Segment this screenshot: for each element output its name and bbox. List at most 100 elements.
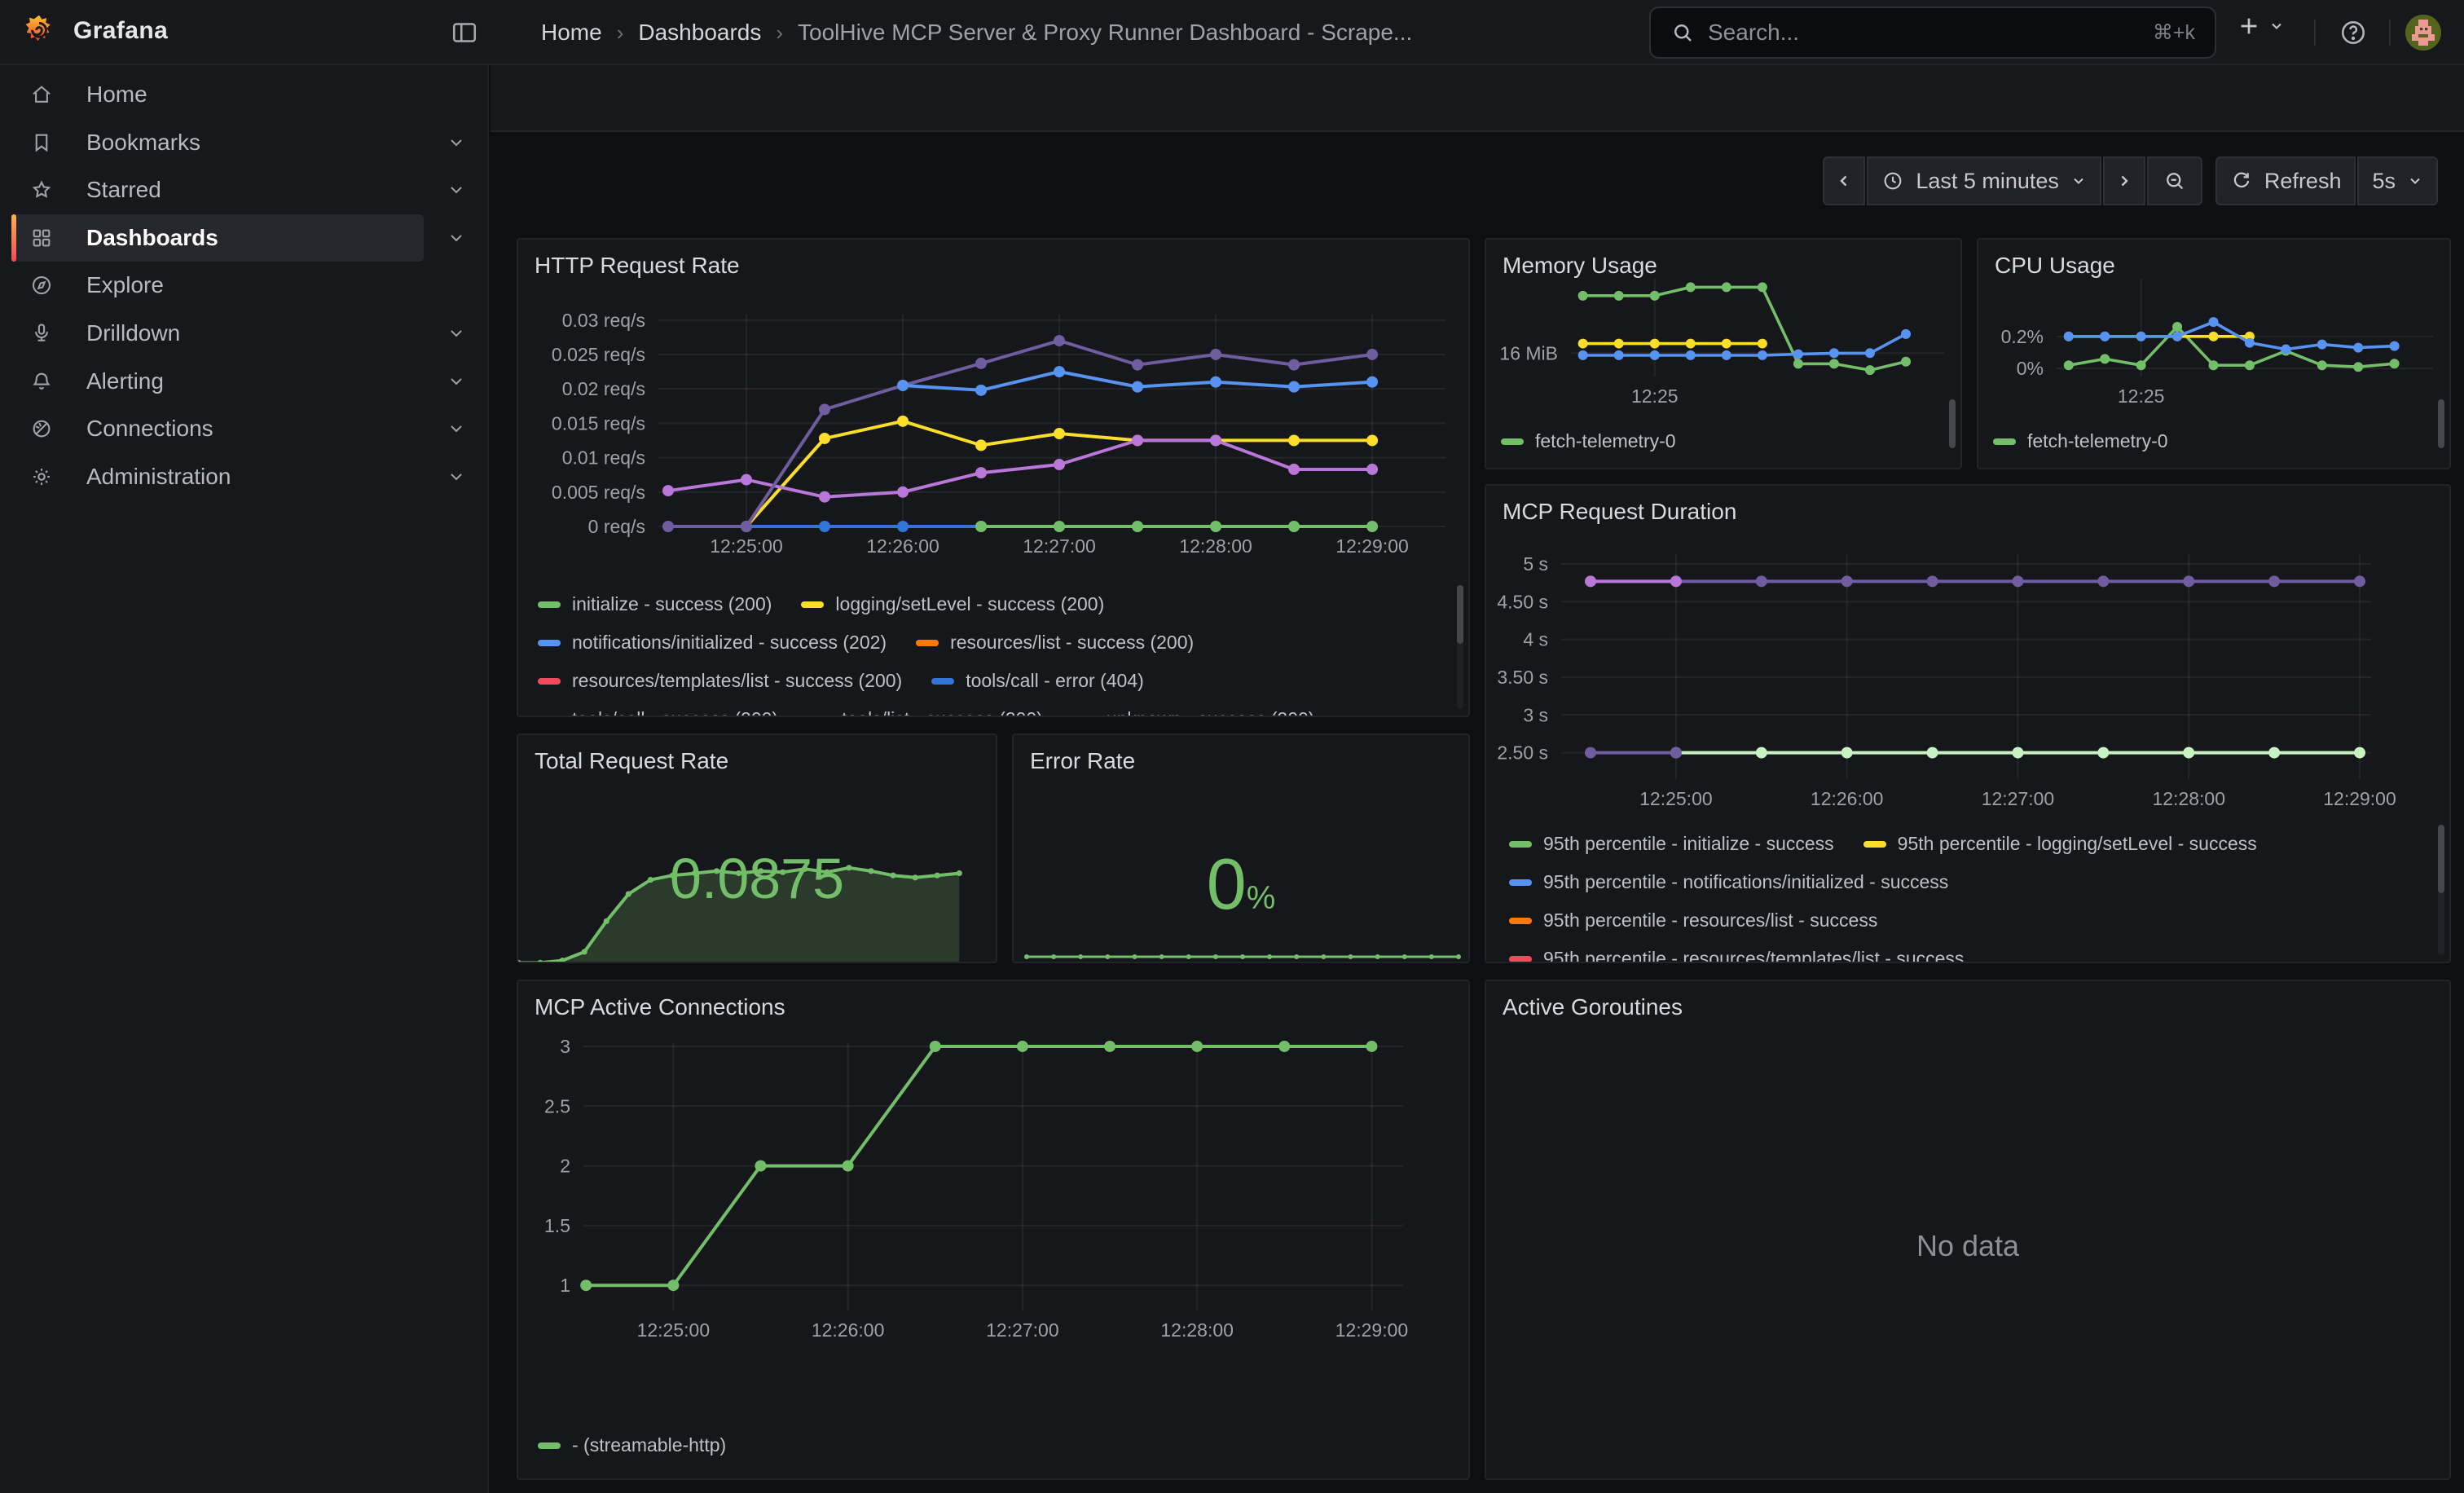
home-icon xyxy=(29,82,54,107)
header-divider xyxy=(2389,20,2391,46)
legend-swatch xyxy=(801,601,824,608)
zoom-out-icon xyxy=(2163,169,2187,193)
legend-item[interactable]: fetch-telemetry-0 xyxy=(1501,430,1676,452)
grafana-logo[interactable]: Grafana xyxy=(21,13,168,49)
sidebar-item-connections[interactable]: Connections xyxy=(11,405,424,452)
panel-title[interactable]: MCP Active Connections xyxy=(535,994,785,1020)
legend-label: unknown - success (200) xyxy=(1107,708,1315,717)
legend-swatch xyxy=(538,716,561,718)
svg-text:12:27:00: 12:27:00 xyxy=(1982,788,2055,809)
panel-title[interactable]: Total Request Rate xyxy=(535,748,728,774)
bookmark-icon xyxy=(29,130,54,155)
legend-item[interactable]: - (streamable-http) xyxy=(538,1434,726,1456)
legend-item[interactable]: tools/call - error (404) xyxy=(931,670,1144,692)
legend-item[interactable]: tools/list - success (200) xyxy=(807,708,1043,717)
time-range-picker[interactable]: Last 5 minutes xyxy=(1867,156,2101,205)
svg-text:12:26:00: 12:26:00 xyxy=(812,1319,885,1341)
time-back-button[interactable] xyxy=(1823,156,1865,205)
legend-item[interactable]: unknown - success (200) xyxy=(1072,708,1315,717)
breadcrumb-dashboards[interactable]: Dashboards xyxy=(638,20,761,46)
legend-label: tools/list - success (200) xyxy=(842,708,1043,717)
legend-item[interactable]: resources/templates/list - success (200) xyxy=(538,670,902,692)
panel-mcp-active-connections: MCP Active Connections 12:25:0012:26:001… xyxy=(517,980,1470,1480)
legend-scrollbar-thumb[interactable] xyxy=(1949,399,1956,448)
legend-item[interactable]: logging/setLevel - success (200) xyxy=(801,593,1104,615)
sidebar-collapse-icon[interactable] xyxy=(450,18,479,47)
chevron-down-icon xyxy=(447,324,466,343)
zoom-out-button[interactable] xyxy=(2147,156,2202,205)
legend-scrollbar-thumb[interactable] xyxy=(2438,825,2444,893)
sidebar-item-label: Administration xyxy=(86,464,231,490)
legend-scrollbar-thumb[interactable] xyxy=(2438,399,2444,448)
drilldown-icon xyxy=(29,321,54,346)
sidebar-item-drilldown[interactable]: Drilldown xyxy=(11,310,424,357)
mcp-active-connections-chart: 12:25:0012:26:0012:27:0012:28:0012:29:00… xyxy=(528,1040,1462,1444)
legend-item[interactable]: initialize - success (200) xyxy=(538,593,772,615)
chevron-down-icon xyxy=(2407,173,2423,189)
stat-unit: % xyxy=(1247,880,1276,916)
svg-text:2.50 s: 2.50 s xyxy=(1497,742,1548,764)
help-button[interactable] xyxy=(2339,18,2368,47)
panel-title[interactable]: Error Rate xyxy=(1030,748,1135,774)
avatar[interactable] xyxy=(2405,15,2441,51)
svg-text:3 s: 3 s xyxy=(1523,704,1548,725)
sidebar-item-explore[interactable]: Explore xyxy=(11,262,424,309)
search-input[interactable]: Search... ⌘+k xyxy=(1649,7,2216,59)
sidebar-item-label: Dashboards xyxy=(86,225,218,251)
legend-swatch xyxy=(1509,841,1532,848)
legend-item[interactable]: 95th percentile - initialize - success xyxy=(1509,833,1834,855)
panel-title[interactable]: MCP Request Duration xyxy=(1503,499,1736,525)
legend-swatch xyxy=(807,716,830,718)
sidebar-item-home[interactable]: Home xyxy=(11,71,424,118)
sidebar-item-label: Bookmarks xyxy=(86,130,200,156)
sidebar-item-starred[interactable]: Starred xyxy=(11,166,424,214)
legend-swatch xyxy=(931,678,954,685)
legend-swatch xyxy=(1509,879,1532,886)
legend-item[interactable]: 95th percentile - logging/setLevel - suc… xyxy=(1863,833,2257,855)
legend-label: 95th percentile - resources/list - succe… xyxy=(1543,909,1877,931)
legend-item[interactable]: 95th percentile - resources/templates/li… xyxy=(1509,948,1964,963)
legend-swatch xyxy=(538,601,561,608)
legend-label: tools/call - error (404) xyxy=(966,670,1144,692)
chevron-down-icon xyxy=(447,372,466,391)
legend-scrollbar-thumb[interactable] xyxy=(1457,585,1463,644)
legend-label: tools/call - success (200) xyxy=(572,708,778,717)
legend-swatch xyxy=(538,678,561,685)
sidebar-item-administration[interactable]: Administration xyxy=(11,453,424,500)
legend-item[interactable]: notifications/initialized - success (202… xyxy=(538,632,887,654)
refresh-button[interactable]: Refresh xyxy=(2215,156,2356,205)
question-circle-icon xyxy=(2339,18,2368,47)
star-icon xyxy=(29,178,54,202)
legend-item[interactable]: 95th percentile - notifications/initiali… xyxy=(1509,871,1948,893)
legend-item[interactable]: resources/list - success (200) xyxy=(916,632,1194,654)
svg-text:12:29:00: 12:29:00 xyxy=(2323,788,2396,809)
panel-title[interactable]: HTTP Request Rate xyxy=(535,253,740,279)
legend-label: resources/list - success (200) xyxy=(950,632,1194,654)
panel-http-request-rate: HTTP Request Rate 12:25:0012:26:0012:27:… xyxy=(517,238,1470,717)
panel-title[interactable]: Active Goroutines xyxy=(1503,994,1683,1020)
svg-text:16 MiB: 16 MiB xyxy=(1499,342,1558,363)
active-indicator xyxy=(11,214,16,262)
time-forward-button[interactable] xyxy=(2103,156,2145,205)
legend-item[interactable]: fetch-telemetry-0 xyxy=(1993,430,2168,452)
legend-item[interactable]: 95th percentile - resources/list - succe… xyxy=(1509,909,1877,931)
svg-text:0.005 req/s: 0.005 req/s xyxy=(552,482,645,503)
chevron-down-icon xyxy=(447,419,466,438)
grid-icon xyxy=(29,226,54,250)
chevron-left-icon xyxy=(1834,171,1854,191)
svg-text:3.50 s: 3.50 s xyxy=(1497,667,1548,688)
legend-label: notifications/initialized - success (202… xyxy=(572,632,887,654)
legend-item[interactable]: tools/call - success (200) xyxy=(538,708,778,717)
sidebar-item-dashboards[interactable]: Dashboards xyxy=(11,214,424,262)
chevron-down-icon xyxy=(447,180,466,200)
sidebar-item-alerting[interactable]: Alerting xyxy=(11,358,424,405)
breadcrumb-home[interactable]: Home xyxy=(541,20,602,46)
brand-name: Grafana xyxy=(73,17,168,45)
refresh-interval-picker[interactable]: 5s xyxy=(2357,156,2438,205)
new-button[interactable] xyxy=(2236,13,2285,39)
header-divider xyxy=(2314,20,2316,46)
top-header: Grafana Home › Dashboards › ToolHive MCP… xyxy=(0,0,2464,65)
time-controls: Last 5 minutes Refresh 5s xyxy=(1823,156,2438,205)
svg-text:1.5: 1.5 xyxy=(544,1215,570,1236)
sidebar-item-bookmarks[interactable]: Bookmarks xyxy=(11,119,424,166)
